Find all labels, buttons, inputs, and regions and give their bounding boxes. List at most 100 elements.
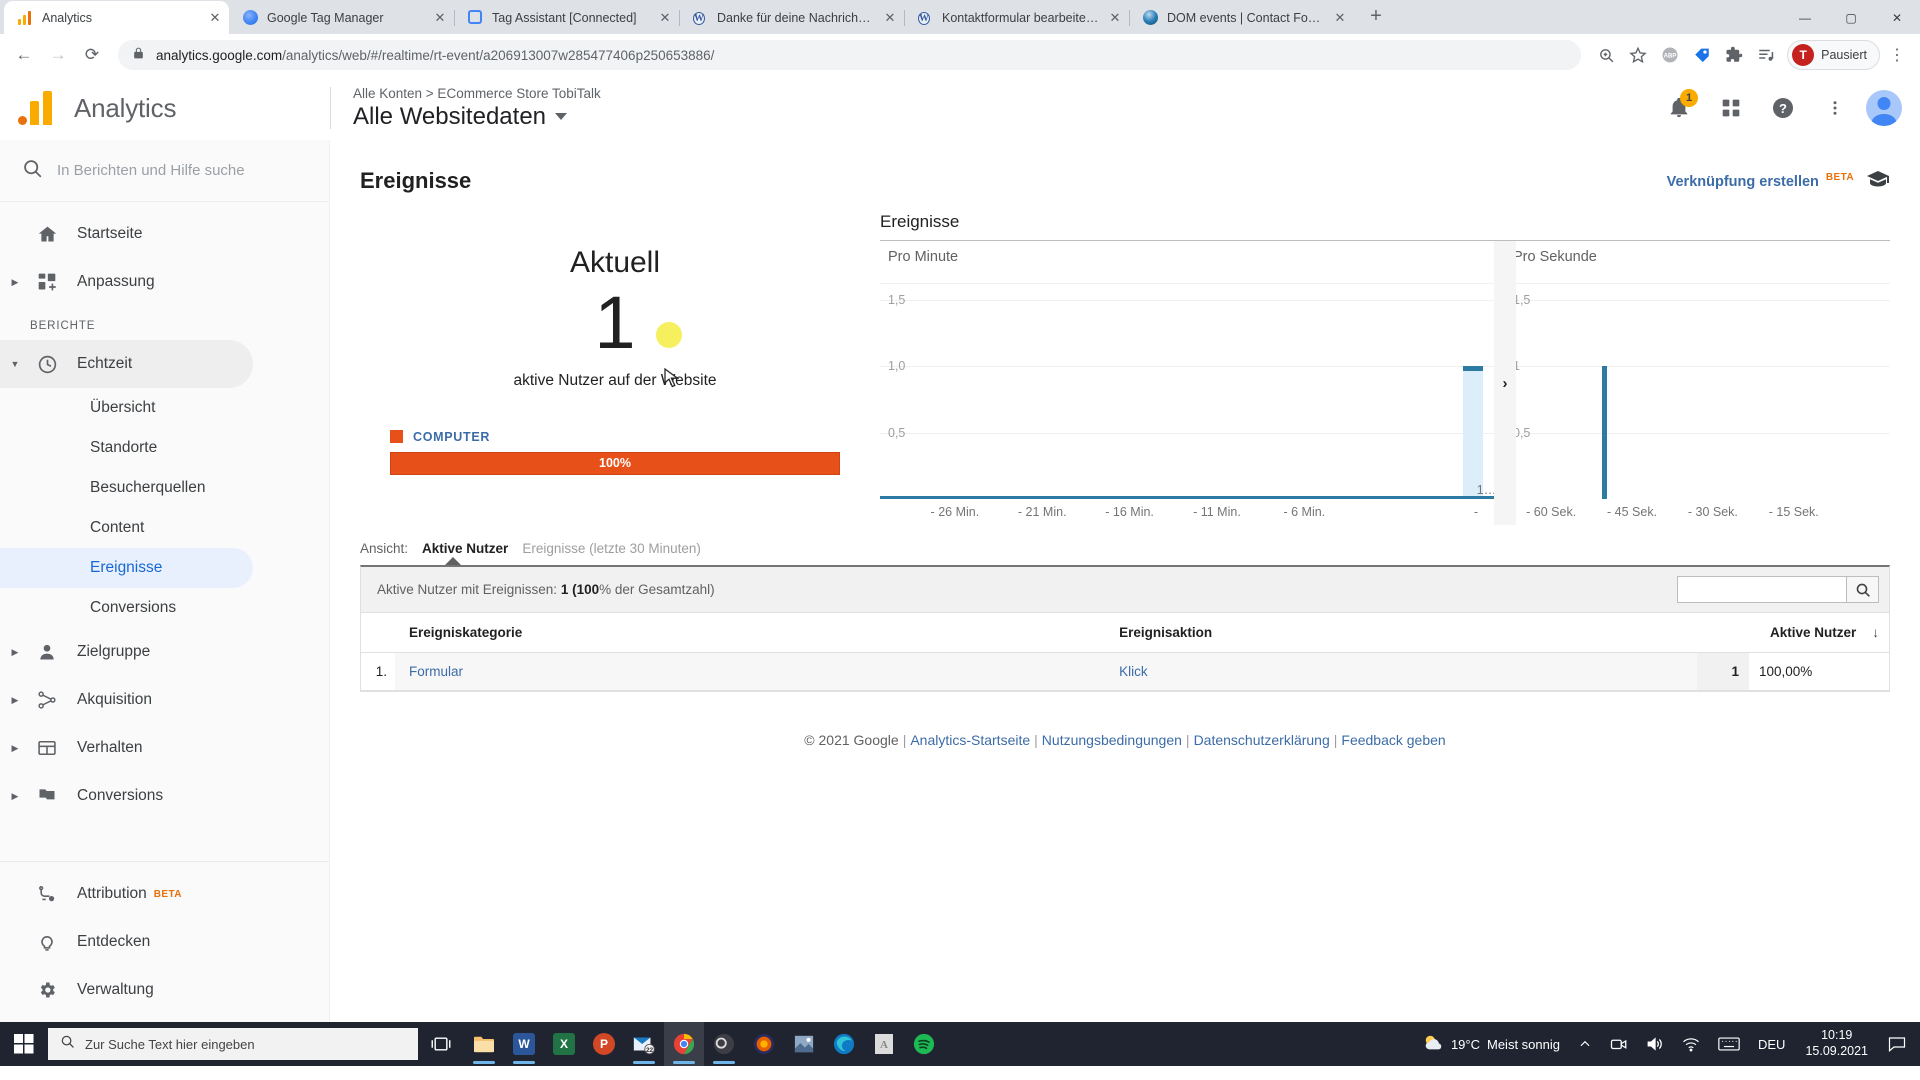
footer-link-privacy[interactable]: Datenschutzerklärung	[1194, 732, 1330, 748]
analytics-brand[interactable]: Analytics	[0, 91, 330, 125]
zoom-icon[interactable]	[1591, 40, 1621, 70]
chevron-up-icon[interactable]	[1570, 1022, 1600, 1066]
search-icon[interactable]	[1847, 576, 1879, 603]
footer-link-terms[interactable]: Nutzungsbedingungen	[1042, 732, 1182, 748]
spotify-icon[interactable]	[904, 1022, 944, 1066]
sidebar-item-startseite[interactable]: Startseite	[0, 210, 253, 258]
sidebar-item-conversions-rt[interactable]: Conversions	[0, 588, 253, 628]
tab-close-icon[interactable]: ✕	[1332, 10, 1348, 26]
sidebar-item-zielgruppe[interactable]: ▶ Zielgruppe	[0, 628, 253, 676]
sidebar-item-content[interactable]: Content	[0, 508, 253, 548]
chart-expand-button[interactable]: ›	[1494, 241, 1516, 525]
help-icon[interactable]: ?	[1762, 87, 1804, 129]
screenshot-tool-icon[interactable]	[784, 1022, 824, 1066]
taskbar-clock[interactable]: 10:19 15.09.2021	[1795, 1028, 1878, 1059]
footer-link-feedback[interactable]: Feedback geben	[1341, 732, 1445, 748]
window-close-button[interactable]: ✕	[1874, 1, 1920, 34]
chart-bar[interactable]	[1601, 366, 1607, 499]
outlook-icon[interactable]: 22	[624, 1022, 664, 1066]
browser-tab-google-tag-manager[interactable]: Google Tag Manager ✕	[229, 1, 454, 34]
browser-tab-kontaktformular[interactable]: W Kontaktformular bearbeiten ‹ Me ✕	[904, 1, 1129, 34]
chrome-icon[interactable]	[664, 1022, 704, 1066]
sidebar-item-ereignisse[interactable]: Ereignisse	[0, 548, 253, 588]
browser-menu-icon[interactable]: ⋮	[1882, 40, 1912, 70]
file-explorer-icon[interactable]	[464, 1022, 504, 1066]
acrobat-icon[interactable]: A	[864, 1022, 904, 1066]
bookmark-star-icon[interactable]	[1623, 40, 1653, 70]
sidebar-item-verwaltung[interactable]: Verwaltung	[0, 966, 253, 1014]
camera-icon[interactable]	[1602, 1022, 1636, 1066]
event-category-link[interactable]: Formular	[409, 664, 463, 679]
sidebar-item-standorte[interactable]: Standorte	[0, 428, 253, 468]
windows-start-icon[interactable]	[0, 1022, 48, 1066]
chevron-right-icon[interactable]: ▶	[0, 791, 30, 802]
chart-bar[interactable]	[1462, 366, 1483, 499]
tab-ereignisse-30min[interactable]: Ereignisse (letzte 30 Minuten)	[522, 541, 701, 556]
tab-close-icon[interactable]: ✕	[1107, 10, 1123, 26]
tab-close-icon[interactable]: ✕	[207, 10, 223, 26]
account-avatar[interactable]	[1866, 90, 1902, 126]
browser-tab-danke-nachricht[interactable]: W Danke für deine Nachricht – Mei ✕	[679, 1, 904, 34]
chevron-right-icon[interactable]: ▶	[0, 647, 30, 658]
event-action-link[interactable]: Klick	[1119, 664, 1148, 679]
reading-list-icon[interactable]	[1751, 40, 1781, 70]
firefox-icon[interactable]	[744, 1022, 784, 1066]
col-users-head[interactable]: Aktive Nutzer ↓	[1697, 613, 1889, 653]
volume-icon[interactable]	[1638, 1022, 1672, 1066]
chevron-right-icon[interactable]: ▶	[0, 743, 30, 754]
powerpoint-icon[interactable]: P	[584, 1022, 624, 1066]
sidebar-item-uebersicht[interactable]: Übersicht	[0, 388, 253, 428]
sidebar-search[interactable]	[0, 140, 329, 202]
tab-close-icon[interactable]: ✕	[882, 10, 898, 26]
browser-tab-tag-assistant[interactable]: Tag Assistant [Connected] ✕	[454, 1, 679, 34]
task-view-icon[interactable]	[418, 1022, 464, 1066]
tab-aktive-nutzer[interactable]: Aktive Nutzer	[422, 541, 508, 556]
apps-grid-icon[interactable]	[1710, 87, 1752, 129]
notifications-bell-icon[interactable]: 1	[1658, 87, 1700, 129]
search-input[interactable]	[57, 162, 267, 179]
window-minimize-button[interactable]: —	[1782, 1, 1828, 34]
sidebar-item-attribution[interactable]: Attribution BETA	[0, 870, 253, 918]
new-tab-button[interactable]: +	[1362, 3, 1390, 31]
sidebar-item-akquisition[interactable]: ▶ Akquisition	[0, 676, 253, 724]
graduation-cap-icon[interactable]	[1866, 169, 1890, 193]
chevron-right-icon[interactable]: ▶	[0, 695, 30, 706]
col-category-head[interactable]: Ereigniskategorie	[395, 613, 1110, 653]
notification-icon[interactable]	[1880, 1022, 1914, 1066]
sidebar-item-verhalten[interactable]: ▶ Verhalten	[0, 724, 253, 772]
address-bar[interactable]: analytics.google.com/analytics/web/#/rea…	[118, 40, 1582, 70]
browser-tab-dom-events[interactable]: DOM events | Contact Form 7 ✕	[1129, 1, 1354, 34]
weather-widget[interactable]: 19°C Meist sonnig	[1414, 1022, 1568, 1066]
profile-chip[interactable]: T Pausiert	[1787, 40, 1880, 70]
tag-assistant-icon[interactable]	[1687, 40, 1717, 70]
reload-icon[interactable]: ⟳	[76, 39, 108, 71]
tab-close-icon[interactable]: ✕	[657, 10, 673, 26]
language-indicator[interactable]: DEU	[1750, 1022, 1793, 1066]
chevron-down-icon[interactable]: ▼	[0, 359, 30, 369]
sidebar-item-conversions[interactable]: ▶ Conversions	[0, 772, 253, 820]
footer-link-analytics-home[interactable]: Analytics-Startseite	[910, 732, 1030, 748]
keyboard-icon[interactable]	[1710, 1022, 1748, 1066]
more-vert-icon[interactable]	[1814, 87, 1856, 129]
table-row[interactable]: 1. Formular Klick 1 100,00%	[361, 652, 1889, 691]
sidebar-item-entdecken[interactable]: Entdecken	[0, 918, 253, 966]
breadcrumb[interactable]: Alle Konten > ECommerce Store TobiTalk	[353, 86, 601, 101]
sidebar-item-besucherquellen[interactable]: Besucherquellen	[0, 468, 253, 508]
forward-icon[interactable]: →	[42, 39, 74, 71]
window-maximize-button[interactable]: ▢	[1828, 1, 1874, 34]
obs-icon[interactable]	[704, 1022, 744, 1066]
word-icon[interactable]: W	[504, 1022, 544, 1066]
edge-icon[interactable]	[824, 1022, 864, 1066]
table-search-input[interactable]	[1677, 576, 1847, 603]
sidebar-item-anpassung[interactable]: ▶ Anpassung	[0, 258, 253, 306]
browser-tab-analytics[interactable]: Analytics ✕	[4, 1, 229, 34]
sidebar-item-echtzeit[interactable]: ▼ Echtzeit	[0, 340, 253, 388]
chevron-right-icon[interactable]: ▶	[0, 277, 30, 288]
adblock-icon[interactable]: ABP	[1655, 40, 1685, 70]
extensions-puzzle-icon[interactable]	[1719, 40, 1749, 70]
back-icon[interactable]: ←	[8, 39, 40, 71]
sort-descending-icon[interactable]: ↓	[1872, 625, 1879, 640]
view-selector[interactable]: Alle Websitedaten	[353, 103, 601, 131]
excel-icon[interactable]: X	[544, 1022, 584, 1066]
tab-close-icon[interactable]: ✕	[432, 10, 448, 26]
